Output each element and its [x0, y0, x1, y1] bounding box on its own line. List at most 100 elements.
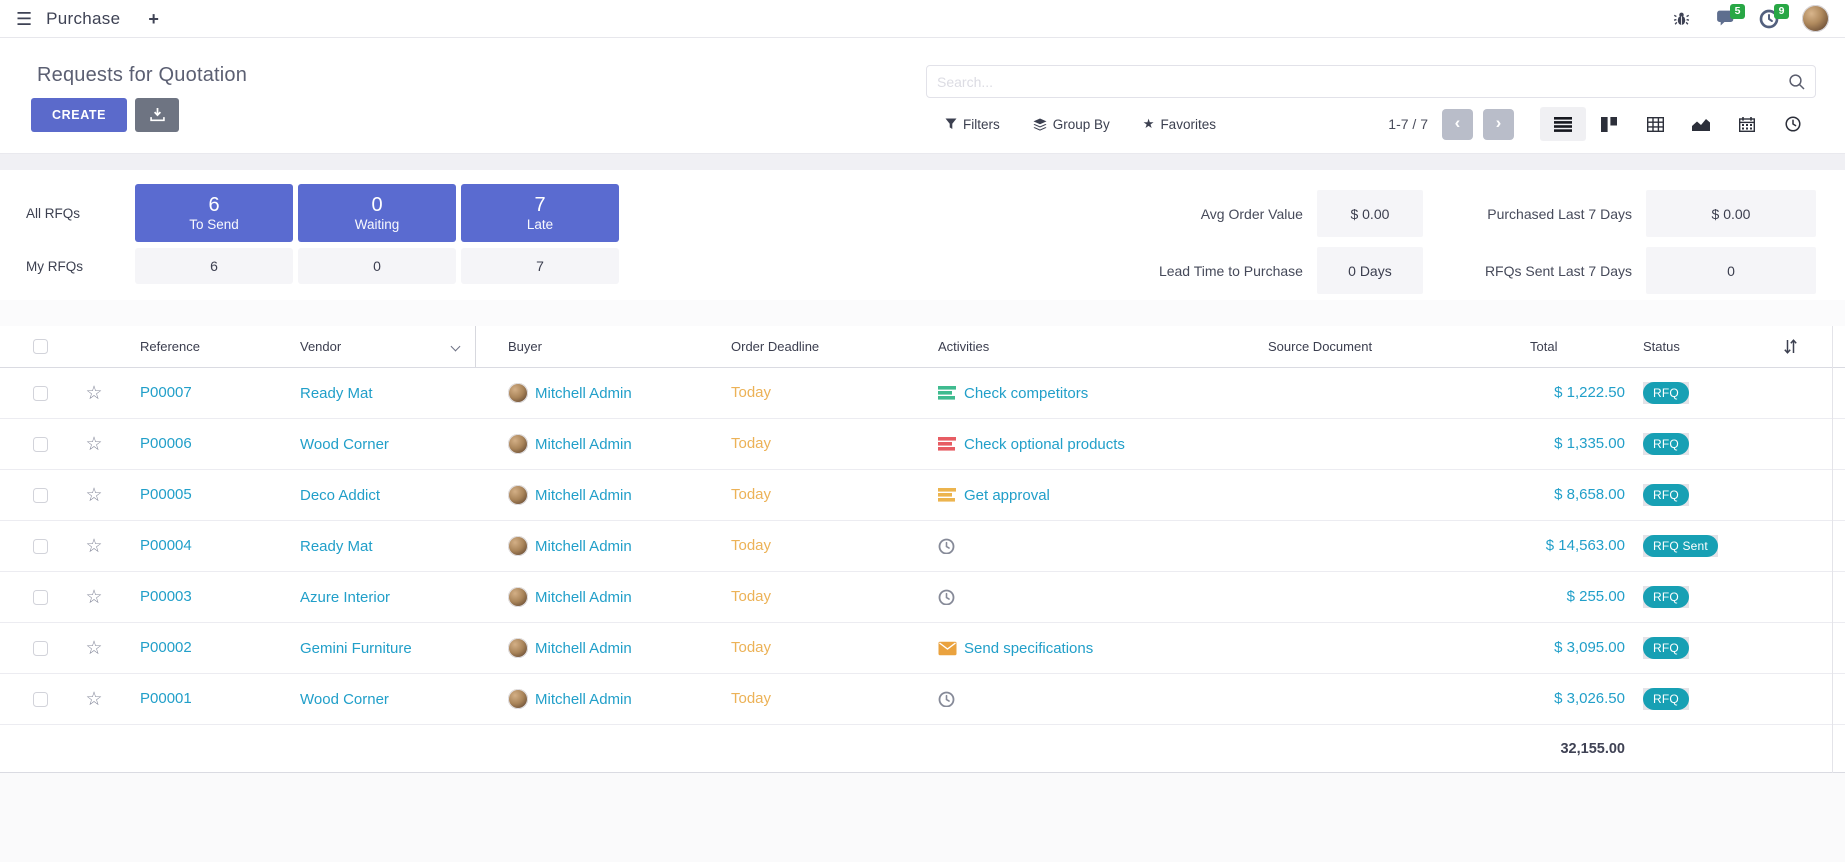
reference-link[interactable]: P00001	[140, 690, 192, 707]
row-checkbox[interactable]	[33, 539, 48, 554]
buyer-link[interactable]: Mitchell Admin	[535, 436, 632, 453]
reference-link[interactable]: P00004	[140, 537, 192, 554]
export-button[interactable]	[135, 98, 179, 132]
row-checkbox[interactable]	[33, 488, 48, 503]
my-rfqs-label: My RFQs	[26, 248, 130, 284]
create-button[interactable]: CREATE	[31, 98, 127, 132]
kpi-my-waiting[interactable]: 0	[298, 248, 456, 284]
column-header-source-document[interactable]: Source Document	[1260, 326, 1530, 367]
pager-next-button[interactable]: ›	[1483, 109, 1514, 140]
column-header-vendor[interactable]: Vendor	[270, 326, 482, 367]
activity-link[interactable]: Send specifications	[964, 640, 1093, 657]
vendor-link[interactable]: Ready Mat	[300, 538, 373, 555]
favorite-star-icon[interactable]: ☆	[85, 639, 102, 658]
vendor-link[interactable]: Wood Corner	[300, 436, 389, 453]
search-icon[interactable]	[1788, 73, 1806, 91]
activities-count-badge: 9	[1774, 4, 1789, 20]
column-header-reference[interactable]: Reference	[120, 326, 270, 367]
app-title[interactable]: Purchase	[46, 9, 120, 29]
filters-button[interactable]: Filters	[945, 117, 1000, 132]
graph-view-button[interactable]	[1678, 107, 1724, 141]
row-checkbox[interactable]	[33, 437, 48, 452]
row-checkbox[interactable]	[33, 641, 48, 656]
table-row[interactable]: ☆ P00002 Gemini Furniture Mitchell Admin…	[0, 623, 1845, 674]
column-header-buyer[interactable]: Buyer	[482, 326, 707, 367]
column-header-total[interactable]: Total	[1530, 326, 1625, 367]
kpi-my-late[interactable]: 7	[461, 248, 619, 284]
favorite-star-icon[interactable]: ☆	[85, 435, 102, 454]
kpi-my-to-send[interactable]: 6	[135, 248, 293, 284]
activity-type-icon[interactable]	[938, 640, 960, 656]
add-tab-icon[interactable]: +	[148, 10, 159, 28]
reference-link[interactable]: P00005	[140, 486, 192, 503]
vendor-link[interactable]: Ready Mat	[300, 385, 373, 402]
kpi-tile-waiting[interactable]: 0 Waiting	[298, 184, 456, 242]
pager-previous-button[interactable]: ‹	[1442, 109, 1473, 140]
buyer-link[interactable]: Mitchell Admin	[535, 691, 632, 708]
buyer-link[interactable]: Mitchell Admin	[535, 538, 632, 555]
activity-link[interactable]: Get approval	[964, 487, 1050, 504]
row-checkbox[interactable]	[33, 692, 48, 707]
search-input[interactable]	[927, 66, 1815, 97]
activity-type-icon[interactable]	[938, 436, 960, 452]
column-header-activities[interactable]: Activities	[930, 326, 1260, 367]
favorite-star-icon[interactable]: ☆	[85, 588, 102, 607]
favorite-star-icon[interactable]: ☆	[85, 384, 102, 403]
vendor-link[interactable]: Deco Addict	[300, 487, 380, 504]
kpi-waiting-value: 0	[371, 194, 382, 217]
user-avatar[interactable]	[1802, 5, 1829, 32]
activity-type-icon[interactable]	[938, 589, 960, 605]
buyer-link[interactable]: Mitchell Admin	[535, 640, 632, 657]
kanban-view-button[interactable]	[1586, 107, 1632, 141]
reference-link[interactable]: P00007	[140, 384, 192, 401]
column-header-order-deadline[interactable]: Order Deadline	[707, 326, 930, 367]
activity-type-icon[interactable]	[938, 487, 960, 503]
table-row[interactable]: ☆ P00006 Wood Corner Mitchell Admin Toda…	[0, 419, 1845, 470]
search-bar	[926, 65, 1816, 98]
group-by-button[interactable]: Group By	[1033, 117, 1110, 132]
messages-icon[interactable]: 5	[1714, 8, 1736, 30]
kpi-tile-late[interactable]: 7 Late	[461, 184, 619, 242]
favorite-star-icon[interactable]: ☆	[85, 690, 102, 709]
favorites-star-icon: ★	[1143, 116, 1155, 132]
select-all-checkbox[interactable]	[33, 339, 48, 354]
buyer-link[interactable]: Mitchell Admin	[535, 589, 632, 606]
activity-type-icon[interactable]	[938, 538, 960, 554]
order-deadline-value: Today	[731, 690, 771, 707]
activity-type-icon[interactable]	[938, 385, 960, 401]
status-badge: RFQ Sent	[1643, 535, 1718, 557]
column-header-status[interactable]: Status	[1625, 326, 1735, 367]
order-deadline-value: Today	[731, 537, 771, 554]
row-checkbox[interactable]	[33, 386, 48, 401]
activity-link[interactable]: Check competitors	[964, 385, 1088, 402]
activities-clock-icon[interactable]: 9	[1758, 8, 1780, 30]
favorites-button[interactable]: ★ Favorites	[1143, 116, 1216, 132]
activity-link[interactable]: Check optional products	[964, 436, 1125, 453]
calendar-view-icon	[1739, 117, 1755, 132]
reference-link[interactable]: P00006	[140, 435, 192, 452]
kpi-tile-to-send[interactable]: 6 To Send	[135, 184, 293, 242]
favorite-star-icon[interactable]: ☆	[85, 537, 102, 556]
activity-view-button[interactable]	[1770, 107, 1816, 141]
pivot-view-button[interactable]	[1632, 107, 1678, 141]
table-row[interactable]: ☆ P00003 Azure Interior Mitchell Admin T…	[0, 572, 1845, 623]
buyer-link[interactable]: Mitchell Admin	[535, 385, 632, 402]
menu-icon[interactable]: ☰	[16, 10, 32, 28]
vendor-link[interactable]: Wood Corner	[300, 691, 389, 708]
table-row[interactable]: ☆ P00004 Ready Mat Mitchell Admin Today …	[0, 521, 1845, 572]
row-checkbox[interactable]	[33, 590, 48, 605]
buyer-link[interactable]: Mitchell Admin	[535, 487, 632, 504]
vendor-link[interactable]: Azure Interior	[300, 589, 390, 606]
calendar-view-button[interactable]	[1724, 107, 1770, 141]
activity-type-icon[interactable]	[938, 691, 960, 707]
table-row[interactable]: ☆ P00005 Deco Addict Mitchell Admin Toda…	[0, 470, 1845, 521]
reference-link[interactable]: P00002	[140, 639, 192, 656]
vendor-link[interactable]: Gemini Furniture	[300, 640, 412, 657]
optional-columns-icon[interactable]	[1783, 339, 1798, 354]
reference-link[interactable]: P00003	[140, 588, 192, 605]
table-row[interactable]: ☆ P00001 Wood Corner Mitchell Admin Toda…	[0, 674, 1845, 725]
favorite-star-icon[interactable]: ☆	[85, 486, 102, 505]
debug-bug-icon[interactable]	[1670, 8, 1692, 30]
table-row[interactable]: ☆ P00007 Ready Mat Mitchell Admin Today …	[0, 368, 1845, 419]
list-view-button[interactable]	[1540, 107, 1586, 141]
